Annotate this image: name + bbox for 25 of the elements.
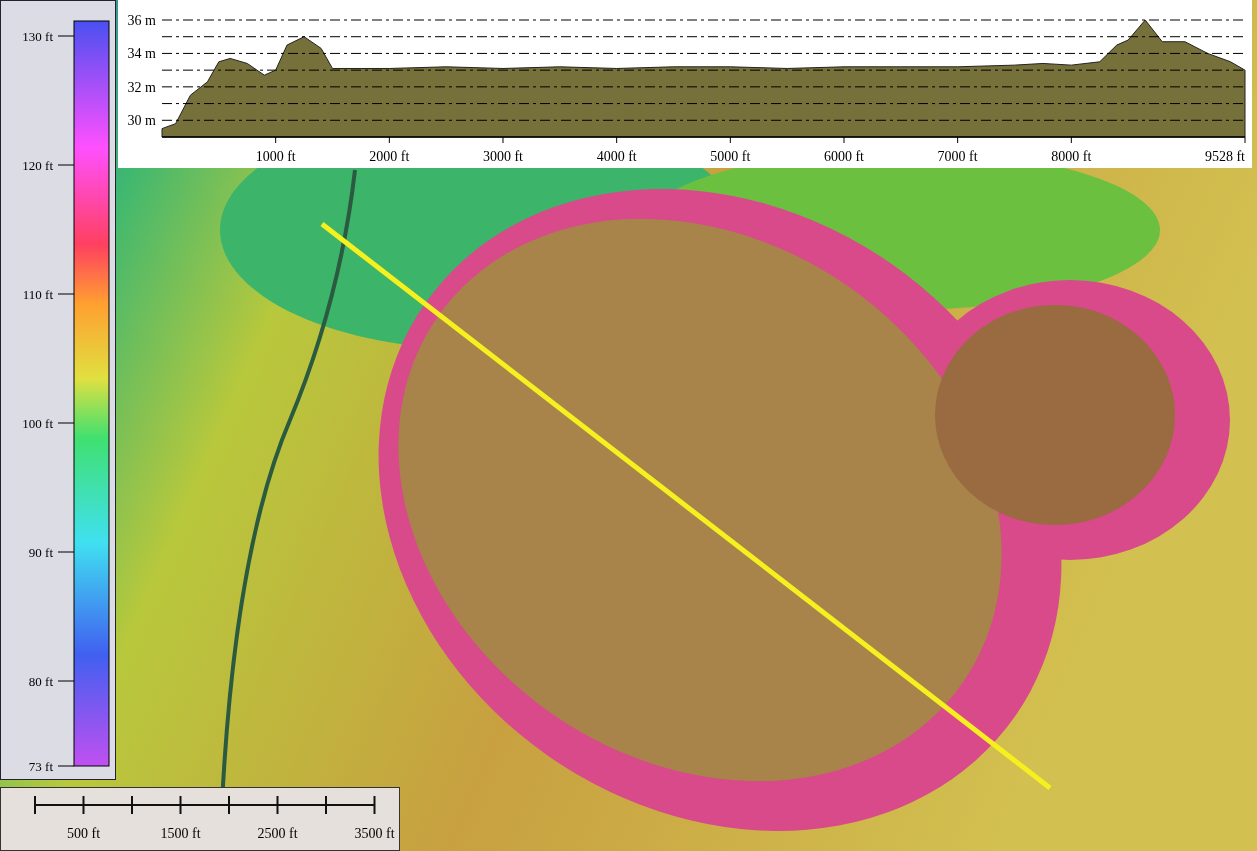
scale-label: 2500 ft: [257, 826, 298, 841]
legend-label: 73 ft: [28, 759, 53, 774]
x-axis-label: 2000 ft: [369, 149, 410, 164]
legend-label: 130 ft: [22, 29, 53, 44]
legend-label: 80 ft: [28, 674, 53, 689]
x-axis-label: 5000 ft: [710, 149, 751, 164]
legend-label: 100 ft: [22, 416, 53, 431]
y-axis-label: 32 m: [127, 79, 156, 95]
scale-label: 3500 ft: [354, 826, 395, 841]
x-axis-label: 1000 ft: [255, 149, 296, 164]
x-axis-label: 9528 ft: [1204, 149, 1245, 164]
legend-label: 90 ft: [28, 545, 53, 560]
x-axis-label: 3000 ft: [482, 149, 524, 164]
profile-line[interactable]: [320, 222, 1052, 790]
legend-label: 110 ft: [22, 287, 53, 302]
y-axis-label: 30 m: [127, 113, 156, 129]
x-axis-label: 4000 ft: [596, 149, 637, 164]
legend-label: 120 ft: [22, 158, 53, 173]
scale-label: 500 ft: [66, 826, 101, 841]
x-axis-label: 7000 ft: [937, 149, 978, 164]
scale-label: 1500 ft: [160, 826, 201, 841]
y-axis-label: 36 m: [127, 13, 156, 28]
y-axis-label: 34 m: [127, 46, 156, 62]
x-axis-label: 6000 ft: [823, 149, 864, 164]
x-axis-label: 8000 ft: [1051, 149, 1092, 164]
